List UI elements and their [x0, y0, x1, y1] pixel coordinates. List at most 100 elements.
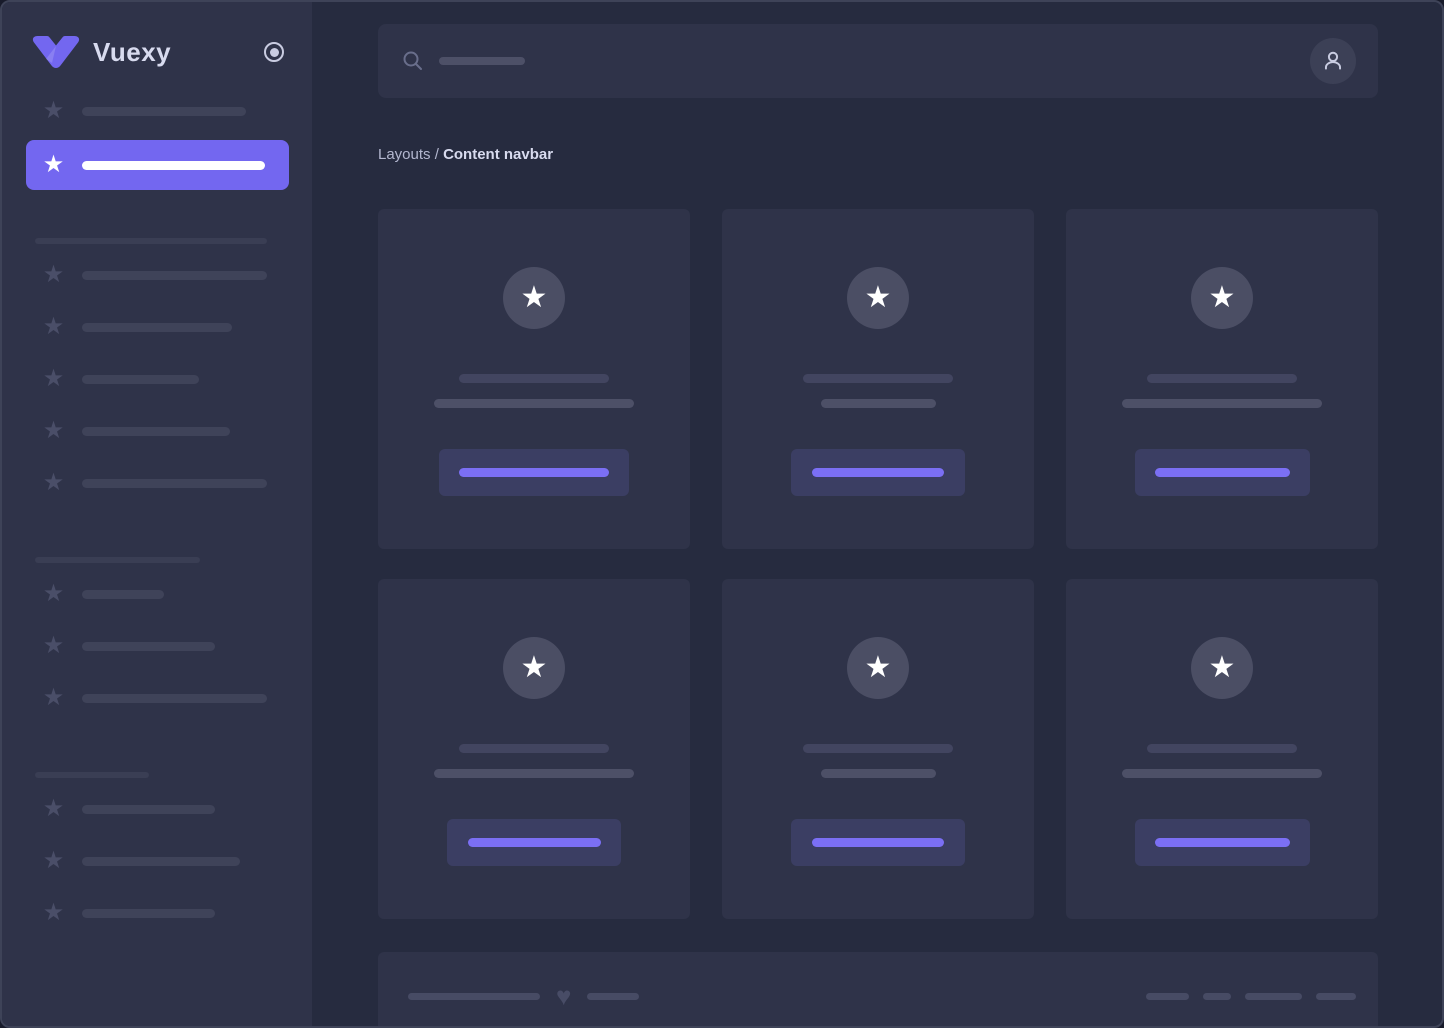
content-card: ★: [378, 579, 690, 919]
card-subtitle-bar: [434, 399, 634, 408]
footer-row: ♥: [408, 983, 1356, 1009]
app-window: Vuexy ★ ★ ★ ★ ★ ★ ★ ★: [0, 0, 1444, 1028]
button-label-bar: [468, 838, 601, 847]
sidebar-item[interactable]: ★: [2, 887, 312, 939]
skeleton-label-bar: [82, 323, 232, 332]
brand-name[interactable]: Vuexy: [93, 37, 264, 68]
star-icon: ★: [40, 153, 67, 177]
sidebar-item[interactable]: ★: [2, 301, 312, 353]
sidebar-item-active[interactable]: ★: [26, 140, 289, 190]
section-header-bar: [35, 557, 200, 563]
brand-row: Vuexy: [2, 2, 312, 68]
footer-link-bar[interactable]: [1316, 993, 1356, 1000]
card-title-bar: [1147, 374, 1297, 383]
card-subtitle-bar: [434, 769, 634, 778]
vuexy-logo-icon[interactable]: [32, 36, 80, 68]
button-label-bar: [812, 838, 944, 847]
footer-link-bar[interactable]: [1203, 993, 1231, 1000]
card-avatar-circle: ★: [847, 267, 909, 329]
card-button[interactable]: [1135, 819, 1310, 866]
card-title-bar: [803, 744, 953, 753]
skeleton-label-bar: [82, 694, 267, 703]
star-icon: ★: [40, 315, 67, 339]
star-icon: ★: [40, 471, 67, 495]
button-label-bar: [1155, 838, 1290, 847]
button-label-bar: [1155, 468, 1290, 477]
star-icon: ★: [40, 686, 67, 710]
star-icon: ★: [40, 367, 67, 391]
card-button[interactable]: [791, 449, 965, 496]
skeleton-label-bar: [82, 271, 267, 280]
sidebar-section: ★ ★ ★: [2, 557, 312, 724]
sidebar-nav: ★ ★ ★ ★ ★ ★ ★ ★ ★ ★: [2, 85, 312, 939]
card-button[interactable]: [1135, 449, 1310, 496]
sidebar-item[interactable]: ★: [2, 249, 312, 301]
card-title-bar: [803, 374, 953, 383]
footer-text-bar: [587, 993, 639, 1000]
card-avatar-circle: ★: [1191, 637, 1253, 699]
sidebar-item[interactable]: ★: [2, 353, 312, 405]
search-placeholder-bar: [439, 57, 525, 65]
sidebar-item[interactable]: ★: [2, 568, 312, 620]
content-card: ★: [722, 209, 1034, 549]
search-icon: [402, 50, 424, 72]
heart-icon: ♥: [556, 983, 571, 1009]
card-subtitle-bar: [821, 399, 936, 408]
sidebar-item[interactable]: ★: [2, 620, 312, 672]
search-input[interactable]: [402, 50, 1310, 72]
breadcrumb-current: Content navbar: [443, 146, 553, 163]
footer-link-bar[interactable]: [1146, 993, 1189, 1000]
button-label-bar: [812, 468, 944, 477]
cards-grid: ★ ★ ★ ★ ★: [378, 209, 1378, 919]
sidebar-item[interactable]: ★: [2, 783, 312, 835]
card-title-bar: [459, 744, 609, 753]
user-avatar[interactable]: [1310, 38, 1356, 84]
sidebar-section: ★ ★ ★ ★ ★: [2, 238, 312, 509]
star-icon: ★: [40, 582, 67, 606]
star-icon: ★: [40, 263, 67, 287]
skeleton-label-bar: [82, 642, 215, 651]
person-icon: [1320, 48, 1346, 74]
card-avatar-circle: ★: [503, 637, 565, 699]
star-icon: ★: [521, 283, 548, 313]
footer-links: [1146, 993, 1356, 1000]
card-button[interactable]: [439, 449, 629, 496]
top-navbar: [378, 24, 1378, 98]
card-button[interactable]: [791, 819, 965, 866]
skeleton-label-bar: [82, 427, 230, 436]
breadcrumb-parent[interactable]: Layouts: [378, 146, 431, 163]
star-icon: ★: [1209, 653, 1236, 683]
sidebar-item[interactable]: ★: [2, 457, 312, 509]
card-avatar-circle: ★: [847, 637, 909, 699]
content-card: ★: [378, 209, 690, 549]
skeleton-label-bar: [82, 375, 199, 384]
skeleton-label-bar: [82, 909, 215, 918]
sidebar-item[interactable]: ★: [2, 672, 312, 724]
card-button[interactable]: [447, 819, 621, 866]
star-icon: ★: [40, 797, 67, 821]
section-header-bar: [35, 772, 149, 778]
section-items: ★ ★ ★ ★ ★: [2, 249, 312, 509]
skeleton-label-bar: [82, 107, 246, 116]
button-label-bar: [459, 468, 609, 477]
sidebar-item[interactable]: ★: [2, 405, 312, 457]
skeleton-label-bar: [82, 805, 215, 814]
card-subtitle-bar: [1122, 769, 1322, 778]
content-card: ★: [1066, 579, 1378, 919]
footer-link-bar[interactable]: [1245, 993, 1302, 1000]
card-avatar-circle: ★: [1191, 267, 1253, 329]
card-title-bar: [1147, 744, 1297, 753]
footer: ♥: [378, 952, 1378, 1026]
star-icon: ★: [521, 653, 548, 683]
sidebar-item-top[interactable]: ★: [2, 85, 312, 137]
content-card: ★: [722, 579, 1034, 919]
sidebar-item[interactable]: ★: [2, 835, 312, 887]
footer-text-bar: [408, 993, 540, 1000]
sidebar-section: ★ ★ ★: [2, 772, 312, 939]
breadcrumb: Layouts / Content navbar: [378, 144, 1378, 165]
card-avatar-circle: ★: [503, 267, 565, 329]
content-card: ★: [1066, 209, 1378, 549]
skeleton-label-bar: [82, 857, 240, 866]
menu-pin-radio-icon[interactable]: [264, 42, 284, 62]
sidebar-sections: ★ ★ ★ ★ ★ ★ ★ ★ ★ ★ ★: [2, 238, 312, 939]
